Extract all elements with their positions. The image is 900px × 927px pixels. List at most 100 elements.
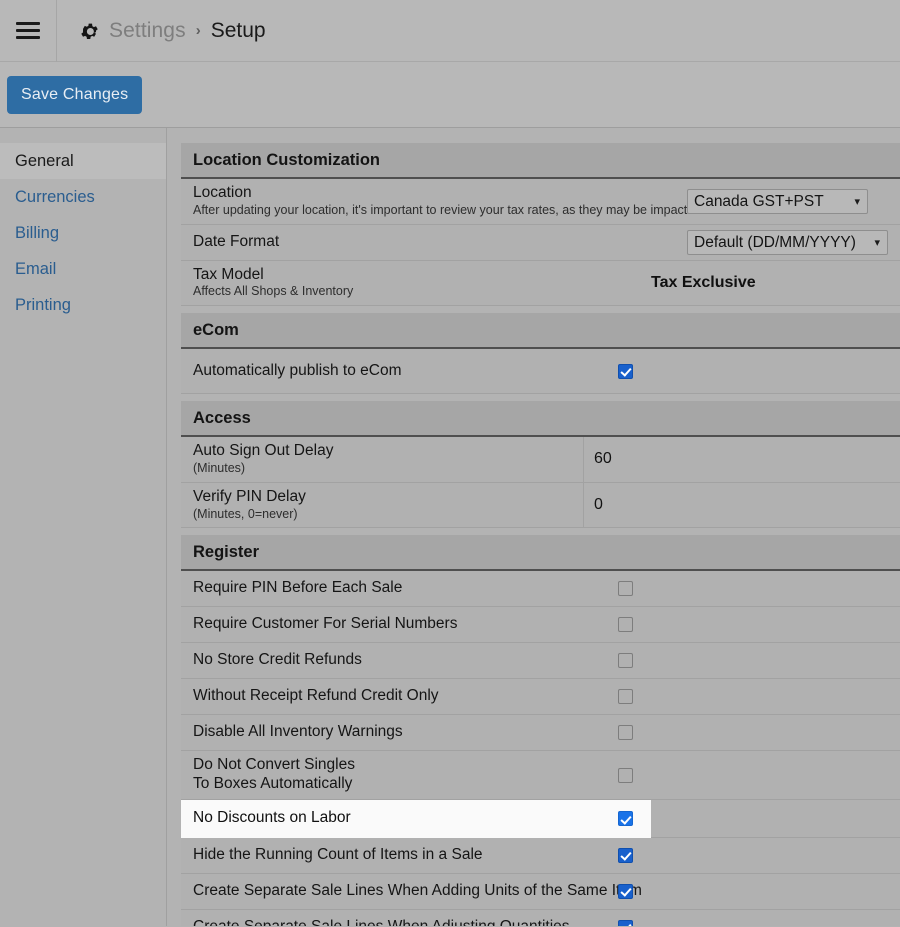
settings-main-panel: Location Customization Location After up…	[167, 128, 900, 926]
checkbox-cell	[618, 581, 633, 597]
sidebar-item-label: Currencies	[15, 187, 95, 206]
sidebar-item-email[interactable]: Email	[0, 251, 166, 287]
date-format-select-wrap: Default (DD/MM/YYYY) ▾	[687, 229, 888, 255]
section-header-ecom: eCom	[181, 313, 900, 350]
table-row-highlighted-wrapper: No Discounts on Labor	[181, 799, 900, 838]
table-row: Do Not Convert Singles To Boxes Automati…	[181, 751, 900, 800]
row-label-without-receipt-refund: Without Receipt Refund Credit Only	[193, 687, 439, 705]
action-bar: Save Changes	[0, 62, 900, 128]
row-label-auto-publish: Automatically publish to eCom	[193, 361, 402, 379]
row-label-hide-running-count: Hide the Running Count of Items in a Sal…	[193, 845, 483, 863]
label-line-2: To Boxes Automatically	[193, 775, 353, 793]
sidebar-item-general[interactable]: General	[0, 143, 166, 179]
section-location-customization: Location Customization Location After up…	[181, 143, 900, 307]
checkbox-cell	[618, 617, 633, 633]
breadcrumb-separator-icon: ›	[195, 22, 201, 39]
top-bar: Settings › Setup	[0, 0, 900, 62]
sidebar-item-label: Printing	[15, 295, 71, 314]
location-select[interactable]: Canada GST+PST	[687, 188, 868, 214]
label-line-1: Do Not Convert Singles	[193, 756, 355, 774]
row-label-separate-lines-adding-units: Create Separate Sale Lines When Adding U…	[193, 881, 642, 899]
tax-model-value: Tax Exclusive	[651, 273, 756, 291]
section-ecom: eCom Automatically publish to eCom	[181, 313, 900, 395]
row-auto-publish-ecom: Automatically publish to eCom	[181, 349, 900, 395]
no-discounts-on-labor-checkbox[interactable]	[618, 811, 633, 827]
sidebar-item-label: General	[15, 151, 74, 170]
label-tax-model: Tax Model	[193, 265, 264, 283]
row-label-require-pin: Require PIN Before Each Sale	[193, 579, 403, 597]
separate-lines-adding-units-checkbox[interactable]	[618, 883, 633, 899]
breadcrumb-current: Setup	[210, 18, 266, 42]
no-store-credit-refunds-checkbox[interactable]	[618, 653, 633, 669]
label-auto-sign-out: Auto Sign Out Delay	[193, 442, 334, 460]
row-label-disable-inventory-warnings: Disable All Inventory Warnings	[193, 723, 403, 741]
disable-inventory-warnings-checkbox[interactable]	[618, 725, 633, 741]
row-label-auto-sign-out: Auto Sign Out Delay (Minutes)	[181, 437, 333, 482]
breadcrumb-parent[interactable]: Settings	[109, 19, 186, 43]
row-label-no-store-credit-refunds: No Store Credit Refunds	[193, 651, 362, 669]
auto-publish-checkbox-cell	[618, 363, 633, 379]
auto-sign-out-input[interactable]: 60	[583, 437, 900, 482]
table-row: Require PIN Before Each Sale	[181, 571, 900, 608]
label-verify-pin-units: (Minutes, 0=never)	[193, 506, 298, 521]
location-select-wrap: Canada GST+PST ▾	[687, 188, 868, 214]
section-header-location: Location Customization	[181, 143, 900, 179]
row-auto-sign-out-delay: Auto Sign Out Delay (Minutes) 60	[181, 437, 900, 483]
table-row: Without Receipt Refund Credit Only	[181, 679, 900, 716]
row-label-require-customer-serial: Require Customer For Serial Numbers	[193, 615, 458, 633]
checkbox-cell	[618, 883, 633, 899]
hamburger-icon	[16, 22, 40, 39]
menu-toggle-button[interactable]	[0, 0, 56, 62]
row-verify-pin-delay: Verify PIN Delay (Minutes, 0=never) 0	[181, 482, 900, 529]
page-body: General Currencies Billing Email Printin…	[0, 128, 900, 926]
do-not-convert-singles-checkbox[interactable]	[618, 767, 633, 783]
verify-pin-input[interactable]: 0	[583, 482, 900, 528]
row-date-format: Date Format Default (DD/MM/YYYY) ▾	[181, 224, 900, 261]
date-format-select[interactable]: Default (DD/MM/YYYY)	[687, 229, 888, 255]
checkbox-cell	[618, 919, 633, 926]
label-tax-model-help: Affects All Shops & Inventory	[193, 284, 354, 299]
table-row: Hide the Running Count of Items in a Sal…	[181, 837, 900, 874]
require-pin-checkbox[interactable]	[618, 581, 633, 597]
row-label-verify-pin: Verify PIN Delay (Minutes, 0=never)	[181, 483, 306, 528]
table-row: Require Customer For Serial Numbers	[181, 607, 900, 644]
section-register: Register Require PIN Before Each Sale Re…	[181, 535, 900, 926]
sidebar-item-label: Email	[15, 259, 57, 278]
checkbox-cell	[618, 653, 633, 669]
require-customer-serial-checkbox[interactable]	[618, 617, 633, 633]
sidebar-item-currencies[interactable]: Currencies	[0, 179, 166, 215]
row-location: Location After updating your location, i…	[181, 179, 900, 225]
checkbox-cell	[618, 811, 633, 827]
row-label-separate-lines-adjusting-qty: Create Separate Sale Lines When Adjustin…	[181, 913, 570, 926]
row-remainder-bg	[651, 799, 900, 837]
section-header-access: Access	[181, 401, 900, 438]
label-location: Location	[193, 184, 252, 201]
table-row: Create Separate Sale Lines When Adjustin…	[181, 909, 900, 926]
sidebar-item-printing[interactable]: Printing	[0, 287, 166, 323]
table-row: Disable All Inventory Warnings	[181, 715, 900, 752]
label-auto-sign-out-units: (Minutes)	[193, 460, 246, 475]
table-row: No Store Credit Refunds	[181, 643, 900, 680]
checkbox-cell	[618, 847, 633, 863]
breadcrumb: Settings › Setup	[57, 19, 266, 43]
separate-lines-adjusting-qty-checkbox[interactable]	[618, 919, 633, 926]
table-row[interactable]: No Discounts on Labor	[181, 799, 651, 838]
sidebar-item-billing[interactable]: Billing	[0, 215, 166, 251]
settings-sidebar: General Currencies Billing Email Printin…	[0, 128, 167, 926]
row-label-date-format: Date Format	[193, 232, 280, 250]
row-label-tax-model: Tax Model Affects All Shops & Inventory	[181, 261, 353, 306]
gear-icon	[79, 21, 100, 42]
section-access: Access Auto Sign Out Delay (Minutes) 60 …	[181, 401, 900, 529]
section-header-register: Register	[181, 535, 900, 572]
without-receipt-refund-checkbox[interactable]	[618, 689, 633, 705]
hide-running-count-checkbox[interactable]	[618, 847, 633, 863]
auto-publish-checkbox[interactable]	[618, 363, 633, 379]
checkbox-cell	[618, 767, 633, 783]
table-row: Create Separate Sale Lines When Adding U…	[181, 873, 900, 910]
row-label-no-discounts-on-labor: No Discounts on Labor	[193, 809, 351, 827]
checkbox-cell	[618, 689, 633, 705]
label-verify-pin: Verify PIN Delay	[193, 487, 306, 505]
save-changes-button[interactable]: Save Changes	[7, 75, 143, 114]
row-tax-model: Tax Model Affects All Shops & Inventory …	[181, 260, 900, 307]
checkbox-cell	[618, 725, 633, 741]
